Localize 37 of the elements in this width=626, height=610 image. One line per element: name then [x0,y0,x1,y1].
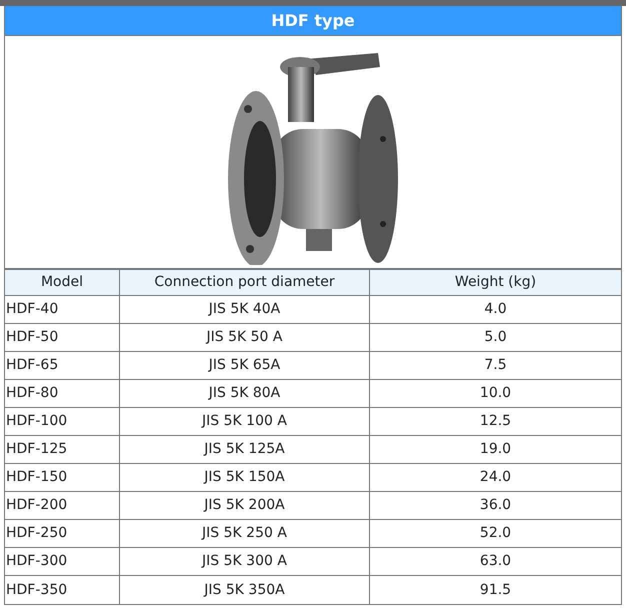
table-cell-text: 36.0 [478,496,512,515]
table-cell: HDF-50 [5,324,120,351]
table-cell: JIS 5K 125A [120,436,370,463]
table-cell-text: 52.0 [478,524,512,543]
table-cell: JIS 5K 350A [120,576,370,604]
table-cell: HDF-40 [5,296,120,323]
column-header: Connection port diameter [120,270,370,295]
table-cell-text: 63.0 [478,552,512,571]
table-cell-text: 7.5 [483,356,508,375]
table-cell: JIS 5K 80A [120,380,370,407]
column-header: Model [5,270,120,295]
table-cell: HDF-350 [5,576,120,604]
table-cell: JIS 5K 100 A [120,408,370,435]
table-cell: HDF-150 [5,464,120,491]
table-cell-text: 5.0 [483,328,508,347]
table-cell: JIS 5K 65A [120,352,370,379]
table-cell: JIS 5K 50 A [120,324,370,351]
table-title: HDF type [5,6,621,36]
table-cell: HDF-125 [5,436,120,463]
table-cell: JIS 5K 200A [120,492,370,519]
table-cell: HDF-80 [5,380,120,407]
table-cell-text: 24.0 [478,468,512,487]
table-cell-text: 10.0 [478,384,512,403]
table-cell: JIS 5K 250 A [120,520,370,547]
table-cell: HDF-100 [5,408,120,435]
table-cell: JIS 5K 300 A [120,548,370,575]
table-cell: JIS 5K 40A [120,296,370,323]
table-cell: HDF-300 [5,548,120,575]
table-cell-text: 4.0 [483,300,508,319]
table-cell: HDF-250 [5,520,120,547]
table-cell: JIS 5K 150A [120,464,370,491]
column-header: Weight (kg) [454,273,538,292]
table-cell-text: 19.0 [478,440,512,459]
table-cell-text: 91.5 [478,580,512,600]
table-cell-text: 12.5 [478,412,512,431]
table-cell: HDF-65 [5,352,120,379]
table-cell: HDF-200 [5,492,120,519]
